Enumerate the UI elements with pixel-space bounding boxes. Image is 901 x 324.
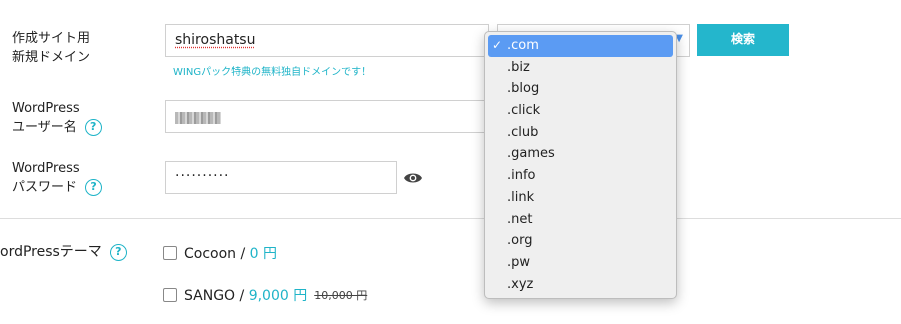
theme-price: 9,000 円 [248,288,308,304]
tld-option-label: .net [507,211,533,227]
domain-input-value: shiroshatsu [175,32,256,48]
password-label-line2: パスワード [12,180,78,195]
tld-option[interactable]: .xyz [485,274,676,296]
theme-label-text: ordPressテーマ [0,244,102,260]
tld-options-list: ✓ .com .biz .blog .click .club .games .info .lin… [485,35,676,295]
theme-option-label: SANGO / 9,000 円 [184,285,307,305]
tld-option[interactable]: .link [485,187,676,209]
theme-label: ordPressテーマ ? [0,243,127,262]
theme-option-sango[interactable]: SANGO / 9,000 円 10,000 円 [163,285,367,305]
theme-name: SANGO / [184,288,249,304]
theme-option-cocoon[interactable]: Cocoon / 0 円 [163,243,277,263]
checkbox[interactable] [163,246,177,260]
checkbox[interactable] [163,288,177,302]
tld-dropdown-menu[interactable]: ✓ .com .biz .blog .click .club .games .info .lin… [484,31,677,299]
tld-option-label: .org [507,233,533,249]
tld-option-label: .pw [507,254,531,270]
tld-option-label: .click [507,103,541,119]
tld-option-label: .club [507,124,539,140]
help-icon[interactable]: ? [85,179,103,196]
password-input[interactable]: ·········· [165,161,397,194]
eye-icon[interactable] [403,171,423,185]
tld-option-label: .com [507,38,539,53]
help-icon[interactable]: ? [109,244,127,261]
help-icon[interactable]: ? [84,119,102,136]
tld-option[interactable]: .blog [485,78,676,100]
tld-option-label: .xyz [507,276,534,292]
old-price: 10,000 円 [314,289,368,302]
password-masked-value: ·········· [175,168,230,184]
username-label: WordPress ユーザー名 ? [12,99,102,137]
domain-note: WINGパック特典の無料独自ドメインです！ [173,67,372,78]
search-button-label: 検索 [730,32,755,46]
checkmark-icon: ✓ [492,38,503,52]
tld-option[interactable]: .pw [485,252,676,274]
search-button[interactable]: 検索 [697,24,789,56]
theme-price: 0 円 [249,246,278,262]
domain-label-line2: 新規ドメイン [12,50,91,65]
theme-option-label: Cocoon / 0 円 [184,243,277,263]
tld-option[interactable]: .games [485,143,676,165]
tld-option-label: .info [507,168,536,184]
domain-label-line1: 作成サイト用 [12,31,91,46]
domain-label: 作成サイト用 新規ドメイン [12,29,90,67]
tld-option[interactable]: .info [485,165,676,187]
domain-input[interactable]: shiroshatsu [165,24,489,57]
username-label-line2: ユーザー名 [12,120,77,135]
tld-option[interactable]: .club [485,122,676,144]
password-label-line1: WordPress [12,161,80,176]
tld-option-label: .biz [507,59,530,75]
password-label: WordPress パスワード ? [12,159,103,197]
tld-option-label: .games [507,146,555,162]
tld-option[interactable]: ✓ .com [488,35,673,57]
username-label-line1: WordPress [12,101,80,116]
tld-option[interactable]: .net [485,209,676,231]
tld-option[interactable]: .biz [485,57,676,79]
section-divider [0,218,901,219]
tld-option-label: .blog [507,81,540,97]
tld-option[interactable]: .org [485,230,676,252]
username-input[interactable] [165,100,489,133]
blurred-username [175,112,221,124]
theme-name: Cocoon / [184,246,250,262]
tld-option[interactable]: .click [485,100,676,122]
tld-option-label: .link [507,189,535,205]
